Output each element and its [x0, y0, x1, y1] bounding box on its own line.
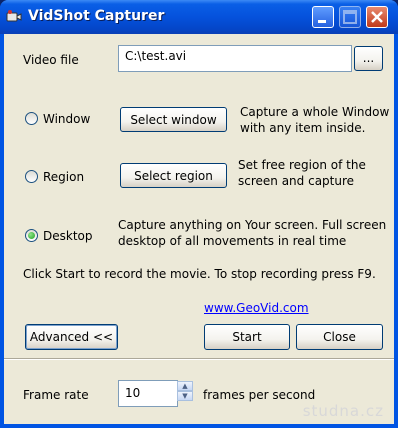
frame-rate-label: Frame rate [23, 388, 89, 402]
video-file-label: Video file [23, 53, 79, 67]
frame-rate-spinner[interactable]: ▲ ▼ [177, 381, 193, 401]
film-camera-icon [6, 10, 22, 22]
select-window-button[interactable]: Select window [120, 107, 227, 132]
window-radio-label[interactable]: Window [43, 112, 90, 126]
minimize-icon [318, 20, 326, 23]
window-title: VidShot Capturer [28, 8, 165, 24]
advanced-button[interactable]: Advanced << [25, 324, 118, 350]
spin-down-icon[interactable]: ▼ [177, 391, 193, 401]
title-bar[interactable]: VidShot Capturer [0, 0, 398, 34]
browse-button[interactable]: ... [354, 46, 383, 71]
close-window-button[interactable] [366, 6, 388, 28]
desktop-radio[interactable] [25, 229, 38, 242]
watermark: studna.cz [302, 402, 384, 420]
minimize-button[interactable] [312, 6, 334, 28]
website-link[interactable]: www.GeoVid.com [204, 301, 309, 315]
close-button[interactable]: Close [296, 324, 383, 350]
start-button[interactable]: Start [204, 324, 290, 350]
window-radio[interactable] [25, 112, 38, 125]
desktop-radio-label[interactable]: Desktop [43, 229, 93, 243]
dialog-client-area: Video file C:\test.avi ... Window Select… [4, 34, 394, 424]
maximize-button[interactable] [339, 6, 361, 28]
maximize-icon [343, 10, 357, 24]
selected-dot [28, 232, 35, 239]
separator [4, 358, 394, 360]
desktop-description: Capture anything on Your screen. Full sc… [118, 218, 387, 248]
region-radio-label[interactable]: Region [43, 170, 84, 184]
window-description: Capture a whole Window with any item ins… [240, 105, 390, 135]
region-radio[interactable] [25, 170, 38, 183]
select-region-button[interactable]: Select region [120, 163, 227, 188]
video-file-field[interactable]: C:\test.avi [118, 45, 352, 72]
instructions-text: Click Start to record the movie. To stop… [23, 267, 376, 281]
frame-rate-unit: frames per second [203, 388, 316, 402]
close-icon [371, 11, 383, 23]
app-window: VidShot Capturer Video file C:\test.avi … [0, 0, 398, 428]
region-description: Set free region of the screen and captur… [238, 158, 366, 188]
frame-rate-input[interactable]: 10 [118, 380, 178, 407]
spin-up-icon[interactable]: ▲ [177, 381, 193, 391]
